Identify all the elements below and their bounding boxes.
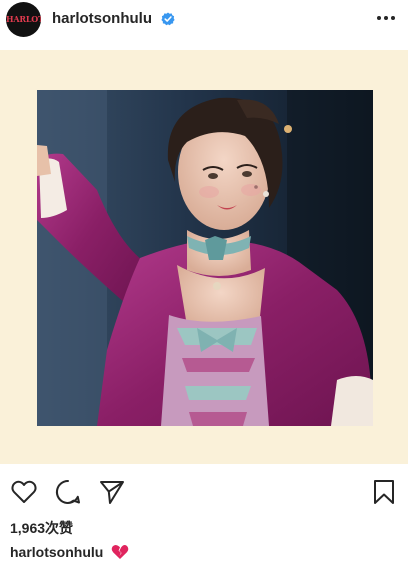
- more-options-icon[interactable]: [374, 9, 398, 27]
- likes-count[interactable]: 1,963次赞: [10, 518, 73, 538]
- portrait-photo-illustration: [37, 90, 373, 426]
- save-bookmark-icon[interactable]: [370, 478, 398, 506]
- post-actions-bar: [0, 476, 408, 512]
- caption-username[interactable]: harlotsonhulu: [10, 544, 103, 560]
- post-header: HARLOTS harlotsonhulu: [0, 0, 408, 40]
- account-username[interactable]: harlotsonhulu: [52, 10, 152, 27]
- comment-bubble-icon[interactable]: [54, 478, 82, 506]
- share-paper-plane-icon[interactable]: [98, 478, 126, 506]
- post-caption: harlotsonhulu: [10, 544, 129, 560]
- verified-badge-icon: [161, 12, 175, 26]
- post-photo[interactable]: [37, 90, 373, 426]
- post-media[interactable]: [0, 50, 408, 464]
- avatar-logo-text: HARLOTS: [6, 14, 41, 24]
- account-avatar[interactable]: HARLOTS: [6, 2, 41, 37]
- like-heart-icon[interactable]: [10, 478, 38, 506]
- broken-heart-icon: [111, 544, 129, 559]
